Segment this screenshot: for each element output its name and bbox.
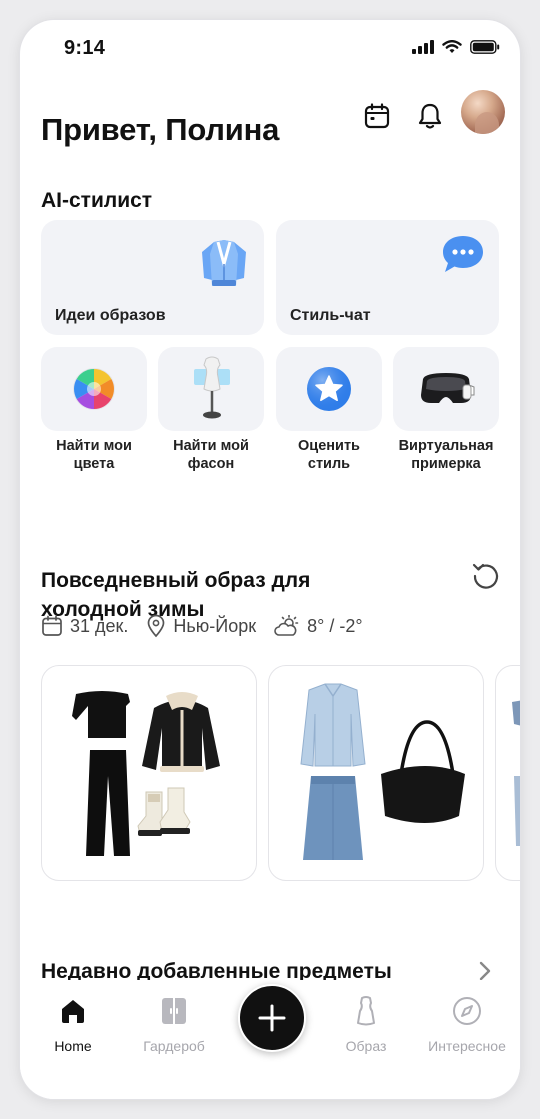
vr-headset-icon [421,373,475,403]
find-my-silhouette-label-2: фасон [187,456,235,472]
greeting-title: Привет, Полина [41,112,280,147]
mannequin-icon [194,356,230,419]
cardigan-icon [202,240,246,286]
find-my-silhouette-card[interactable] [158,347,264,431]
bell-icon [418,103,442,129]
add-button[interactable] [238,984,306,1052]
tab-home-label: Home [54,1038,92,1054]
status-bar: 9:14 [20,20,520,76]
rate-style-label-1: Оценить [298,438,360,454]
calendar-icon [364,103,390,129]
tab-wardrobe[interactable]: Гардероб [124,994,224,1054]
partial-look-image [512,700,520,846]
star-badge-icon [307,367,351,411]
virtual-try-on-card[interactable] [393,347,499,431]
rate-style-label-2: стиль [307,456,351,472]
outfit-meta: 31 дек. Нью-Йорк 8° / -2° [41,614,375,638]
outfit-ideas-label: Идеи образов [55,307,166,324]
wifi-icon [442,40,462,53]
outfit-location: Нью-Йорк [146,614,256,638]
outfit-location-text: Нью-Йорк [173,615,257,636]
refresh-outfit-button[interactable] [468,558,504,594]
tab-outfit[interactable]: Образ [316,994,416,1054]
outfit-date-text: 31 дек. [70,615,129,636]
outfit-icon [357,996,375,1026]
outfit-look-card-2[interactable] [268,665,484,881]
virtual-try-on-label-2: примерка [411,456,481,472]
outfit-title-line-1: Повседневный образ для [41,569,311,592]
wardrobe-icon [162,998,186,1024]
outfit-look-card-1[interactable] [41,665,257,881]
phone-screen: 9:14 Привет, Полина AI-стилист Идеи обра… [20,20,520,1099]
chat-bubble-icon [443,236,483,272]
denim-look-image [300,683,465,860]
outfit-weather-text: 8° / -2° [307,615,363,636]
find-my-colors-label-1: Найти мои [56,438,132,454]
bottom-tab-bar: Home Гардероб Образ Интересное [20,980,520,1099]
plus-icon [258,1004,286,1032]
outfit-date: 31 дек. [41,615,128,637]
find-my-colors-label-2: цвета [73,456,115,472]
virtual-try-on-text: Виртуальная примерка [393,437,499,473]
signal-icon [412,40,434,54]
tab-outfit-label: Образ [345,1038,387,1054]
profile-avatar[interactable] [461,90,505,134]
outfit-ideas-card[interactable]: Идеи образов [41,220,264,335]
status-time: 9:14 [64,37,106,59]
outfit-look-card-3-partial[interactable] [495,665,520,881]
ai-stylist-title: AI-стилист [41,189,153,212]
style-chat-label: Стиль-чат [290,307,371,324]
find-my-colors-card[interactable] [41,347,147,431]
find-my-silhouette-label-1: Найти мой [173,438,249,454]
notifications-button[interactable] [410,96,450,136]
calendar-small-icon [42,615,62,636]
battery-icon [470,40,500,54]
rate-style-card[interactable] [276,347,382,431]
compass-icon [453,997,481,1025]
winter-look-image [72,691,220,856]
calendar-button[interactable] [357,96,397,136]
tab-wardrobe-label: Гардероб [143,1038,205,1054]
find-my-silhouette-text: Найти мой фасон [158,437,264,473]
tab-discover[interactable]: Интересное [417,994,517,1054]
refresh-icon [472,563,499,589]
style-chat-card[interactable]: Стиль-чат [276,220,499,335]
rate-style-text: Оценить стиль [276,437,382,473]
partly-cloudy-icon [274,615,299,636]
tab-home[interactable]: Home [23,994,123,1054]
status-icons [412,40,500,54]
tab-discover-label: Интересное [428,1038,506,1054]
virtual-try-on-label-1: Виртуальная [398,438,494,454]
location-pin-icon [148,614,165,638]
color-wheel-icon [73,368,115,410]
outfit-weather: 8° / -2° [274,615,363,637]
find-my-colors-text: Найти мои цвета [41,437,147,473]
chevron-right-icon [479,961,491,981]
home-icon [62,1000,84,1023]
